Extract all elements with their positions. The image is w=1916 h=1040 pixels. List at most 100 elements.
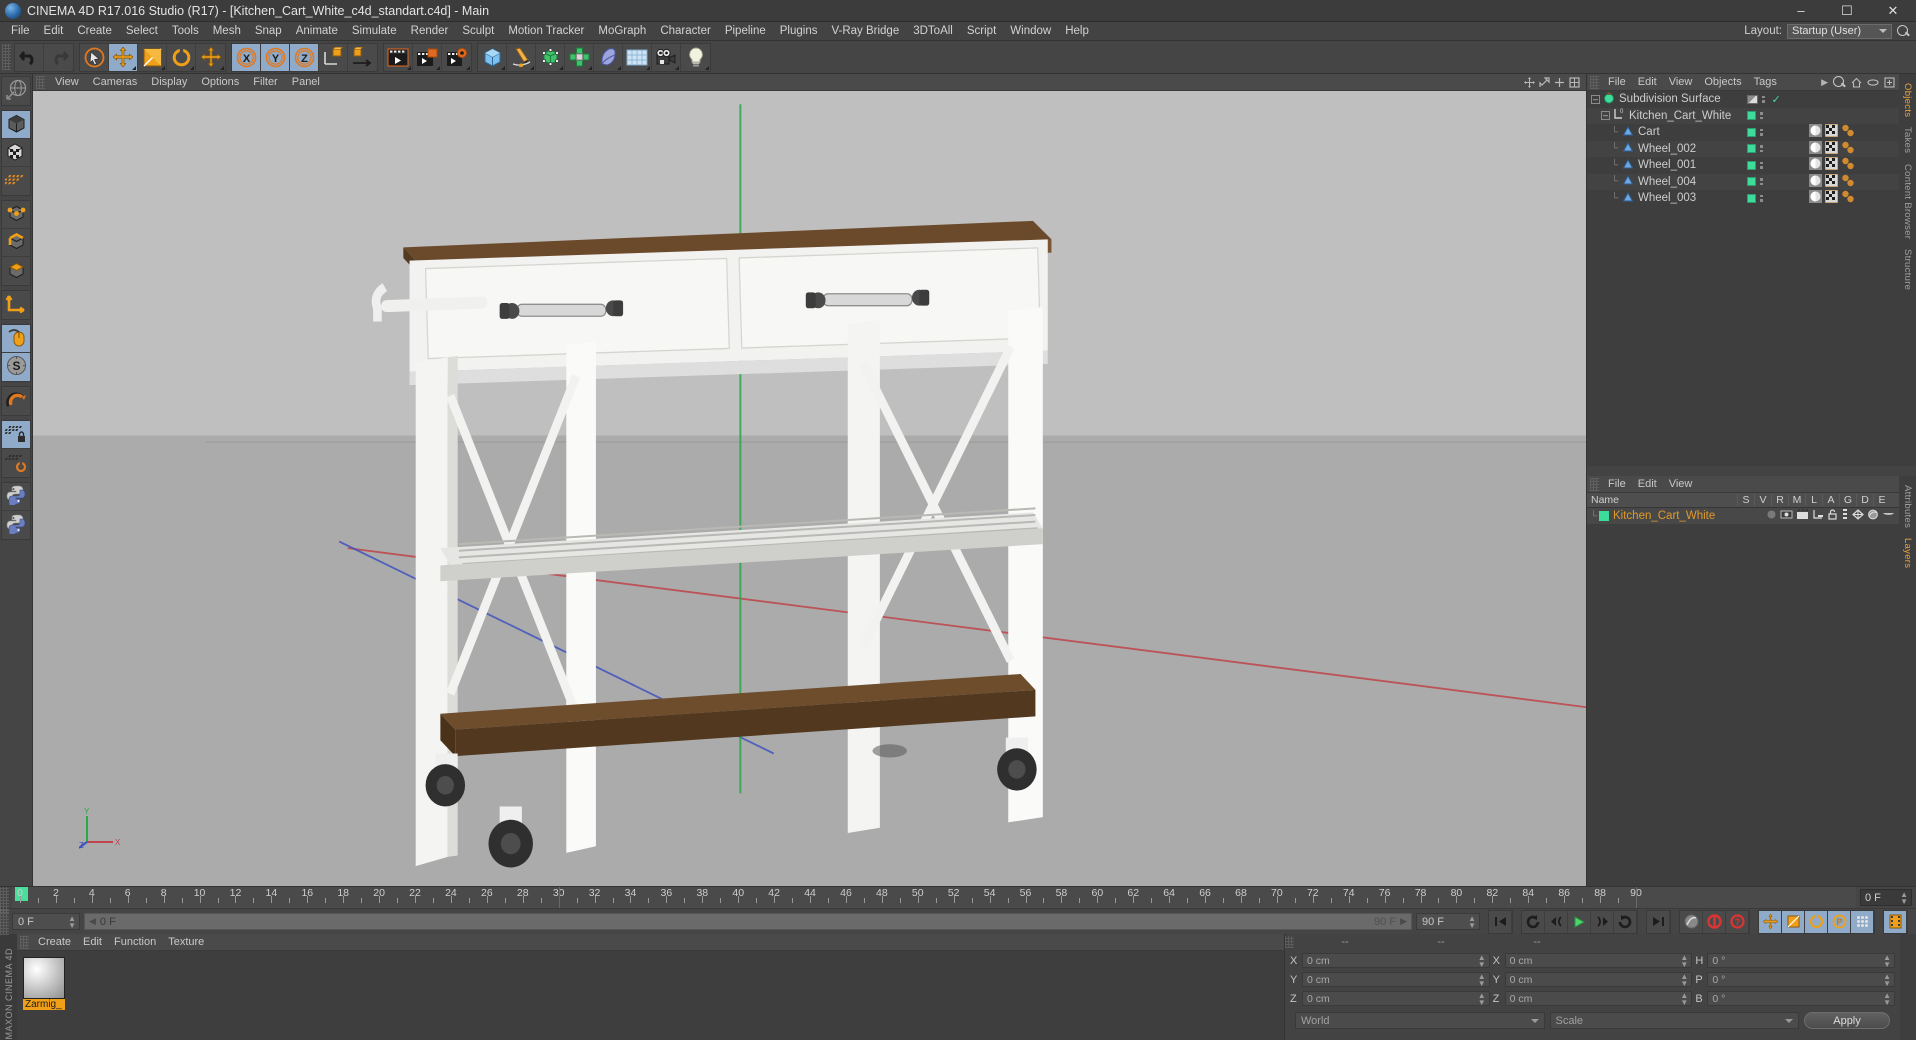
scene-button[interactable]: [623, 43, 652, 71]
material-swatch[interactable]: Zarmig_: [23, 957, 65, 1010]
size-x-field[interactable]: 0 cm ▲ ▼: [1504, 953, 1693, 968]
range-left-arrow-icon[interactable]: ◀: [89, 916, 96, 927]
next-frame-button[interactable]: [1591, 910, 1614, 933]
chevron-right-icon[interactable]: ▶: [1821, 77, 1828, 88]
record-active-objects-button[interactable]: [1703, 910, 1726, 933]
position-y-field[interactable]: 0 cm ▲ ▼: [1302, 972, 1490, 987]
play-loop-button[interactable]: [1614, 910, 1637, 933]
menu-item-select[interactable]: Select: [119, 22, 165, 41]
coordinates-grip[interactable]: [1285, 936, 1294, 948]
visibility-dots-icon[interactable]: [1760, 112, 1763, 120]
enable-swatch[interactable]: [1747, 160, 1756, 170]
menu-item-window[interactable]: Window: [1003, 22, 1058, 41]
menu-item-edit[interactable]: Edit: [37, 22, 71, 41]
object-row[interactable]: └ Wheel_001: [1587, 156, 1899, 174]
menu-item-edit[interactable]: Edit: [77, 934, 108, 951]
menu-item-character[interactable]: Character: [653, 22, 718, 41]
apply-button[interactable]: Apply: [1804, 1012, 1890, 1029]
object-row[interactable]: – Subdivision Surface ✓: [1587, 91, 1899, 108]
toolbar-grip[interactable]: [2, 44, 11, 70]
spinner-icon[interactable]: ▲ ▼: [1883, 972, 1891, 987]
edges-mode-button[interactable]: [2, 229, 30, 257]
key-scale-button[interactable]: [1782, 910, 1805, 933]
timeline-ruler[interactable]: 0246810121416182022242628303234363840424…: [12, 887, 1856, 908]
key-parameter-button[interactable]: P: [1828, 910, 1851, 933]
dock-splitter[interactable]: [1587, 466, 1916, 476]
uvw-tag[interactable]: [1824, 140, 1839, 157]
spinner-icon[interactable]: ▲ ▼: [1900, 890, 1908, 905]
spinner-icon[interactable]: ▲ ▼: [1478, 953, 1486, 968]
object-tree[interactable]: – Subdivision Surface ✓ –0 Kitchen_Cart_Whit…: [1587, 91, 1899, 466]
undo-button[interactable]: [15, 43, 44, 71]
viewport-grip[interactable]: [36, 75, 45, 89]
uvw-tag[interactable]: [1824, 156, 1839, 173]
visibility-dots-icon[interactable]: [1762, 95, 1765, 103]
dropdown-corner-icon[interactable]: [220, 65, 224, 70]
visibility-dots-icon[interactable]: [1760, 161, 1763, 169]
coord-mode-select[interactable]: Scale: [1549, 1012, 1799, 1029]
menu-item-file[interactable]: File: [1602, 476, 1632, 493]
rotate-tool-button[interactable]: [167, 43, 196, 71]
menu-item-help[interactable]: Help: [1058, 22, 1096, 41]
menu-item-view[interactable]: View: [1663, 74, 1699, 91]
range-right-arrow-icon[interactable]: ▶: [1400, 916, 1407, 927]
side-tab-attributes[interactable]: Attributes: [1902, 480, 1913, 533]
play-forward-button[interactable]: [1568, 910, 1591, 933]
key-position-button[interactable]: [1759, 910, 1782, 933]
menu-item-objects[interactable]: Objects: [1698, 74, 1747, 91]
spinner-icon[interactable]: ▲ ▼: [68, 914, 76, 929]
visible-toggle[interactable]: [1780, 509, 1793, 523]
rotation-b-field[interactable]: 0 ° ▲ ▼: [1707, 991, 1896, 1006]
frame-range-bar[interactable]: ◀ 0 F 90 F ▶: [84, 913, 1412, 930]
menu-item-plugins[interactable]: Plugins: [773, 22, 825, 41]
coord-system-select[interactable]: World: [1295, 1012, 1545, 1029]
mograph-button[interactable]: [565, 43, 594, 71]
dropdown-corner-icon[interactable]: [132, 65, 136, 70]
side-tab-layers[interactable]: Layers: [1902, 533, 1913, 573]
deformer-toggle[interactable]: [1867, 509, 1879, 523]
menu-item-edit[interactable]: Edit: [1632, 74, 1663, 91]
zoom-view-icon[interactable]: [1554, 77, 1565, 88]
redo-button[interactable]: [44, 44, 73, 71]
manager-toggle[interactable]: [1812, 509, 1824, 523]
uvw-tag[interactable]: [1824, 189, 1839, 206]
animation-toggle[interactable]: [1841, 509, 1849, 523]
material-manager-grip[interactable]: [20, 935, 29, 949]
scale-view-icon[interactable]: [1539, 76, 1550, 88]
object-row[interactable]: └ Wheel_002: [1587, 140, 1899, 157]
expression-toggle[interactable]: [1882, 509, 1895, 523]
layer-row[interactable]: └ Kitchen_Cart_White: [1587, 508, 1899, 524]
lock-z-button[interactable]: Z: [290, 43, 319, 71]
menu-item-mesh[interactable]: Mesh: [206, 22, 248, 41]
planar-workplane-button[interactable]: [2, 449, 30, 477]
phong-tag[interactable]: [1841, 157, 1855, 173]
size-z-field[interactable]: 0 cm ▲ ▼: [1504, 991, 1693, 1006]
lock-y-button[interactable]: Y: [261, 43, 290, 71]
menu-item-filter[interactable]: Filter: [246, 74, 284, 91]
python-script-button[interactable]: [2, 483, 30, 511]
visibility-dots-icon[interactable]: [1760, 178, 1763, 186]
dropdown-corner-icon[interactable]: [675, 65, 679, 70]
rotation-h-field[interactable]: 0 ° ▲ ▼: [1707, 953, 1896, 968]
side-tab-structure[interactable]: Structure: [1902, 244, 1913, 295]
enable-swatch[interactable]: [1747, 177, 1756, 187]
texture-mode-button[interactable]: [2, 139, 30, 167]
spinner-icon[interactable]: ▲ ▼: [1883, 991, 1891, 1006]
close-button[interactable]: ✕: [1870, 0, 1916, 21]
primitive-cube-button[interactable]: [478, 43, 507, 71]
uvw-tag[interactable]: [1824, 123, 1839, 140]
object-row[interactable]: – 0 Kitchen_Cart_White: [1587, 107, 1899, 124]
previous-frame-button[interactable]: [1545, 910, 1568, 933]
object-row[interactable]: └ Wheel_003: [1587, 189, 1899, 207]
dropdown-corner-icon[interactable]: [501, 65, 505, 70]
material-tag[interactable]: [1809, 173, 1822, 190]
enable-swatch[interactable]: [1747, 94, 1758, 104]
material-tag[interactable]: [1809, 157, 1822, 173]
key-pla-button[interactable]: [1851, 910, 1874, 933]
render-to-picture-viewer-button[interactable]: [413, 43, 442, 71]
search-icon[interactable]: [1833, 75, 1846, 89]
menu-item-mograph[interactable]: MoGraph: [591, 22, 653, 41]
menu-item-view[interactable]: View: [1663, 476, 1699, 493]
menu-item-tags[interactable]: Tags: [1748, 74, 1783, 91]
timeline-frame-field[interactable]: 0 F ▲ ▼: [1860, 889, 1912, 906]
